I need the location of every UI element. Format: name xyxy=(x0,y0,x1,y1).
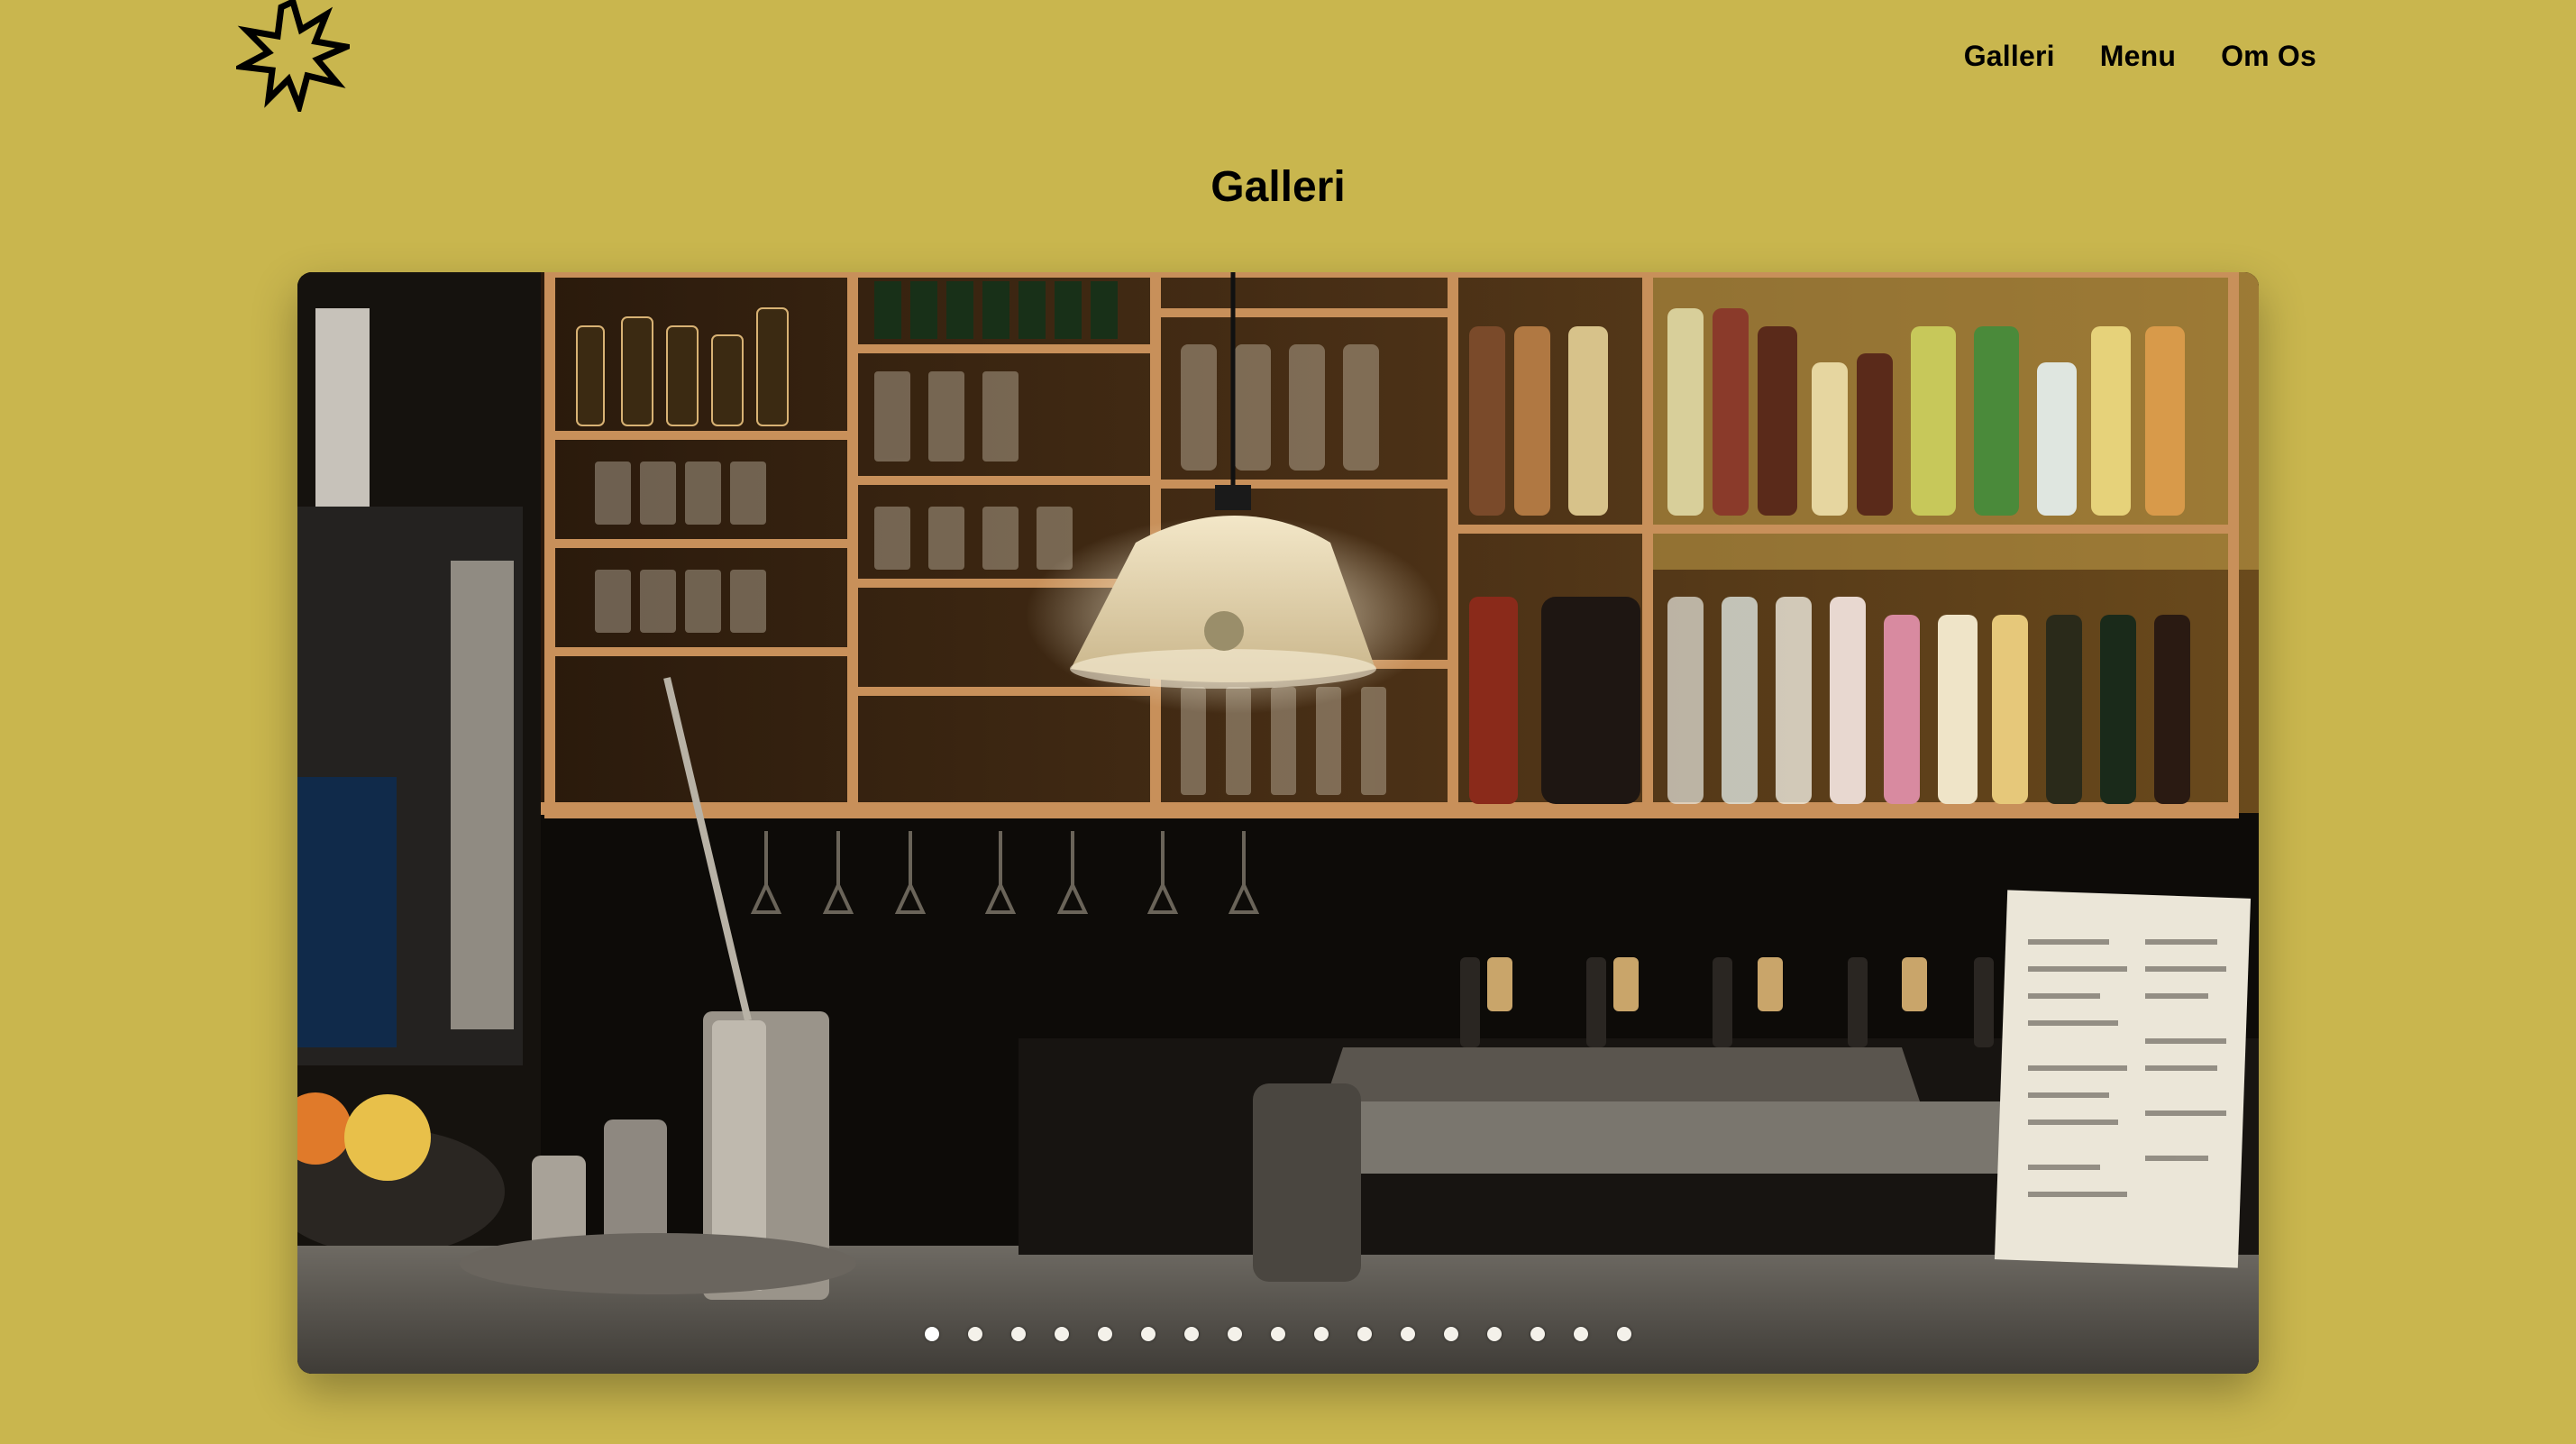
logo-star-icon[interactable] xyxy=(231,0,358,117)
carousel-dot[interactable] xyxy=(1444,1327,1458,1341)
carousel-dot[interactable] xyxy=(1141,1327,1156,1341)
carousel-dot[interactable] xyxy=(1055,1327,1069,1341)
carousel-dot[interactable] xyxy=(1530,1327,1545,1341)
main-nav: Galleri Menu Om Os xyxy=(1964,40,2316,73)
carousel-dot[interactable] xyxy=(968,1327,982,1341)
carousel-dots xyxy=(297,1327,2259,1341)
carousel-dot[interactable] xyxy=(1487,1327,1502,1341)
carousel-dot[interactable] xyxy=(1574,1327,1588,1341)
gallery-carousel[interactable] xyxy=(297,272,2259,1374)
nav-link-galleri[interactable]: Galleri xyxy=(1964,40,2055,73)
carousel-dot[interactable] xyxy=(1184,1327,1199,1341)
nav-link-om-os[interactable]: Om Os xyxy=(2221,40,2316,73)
page: Galleri Menu Om Os Galleri xyxy=(0,0,2576,1444)
gallery-slide-image xyxy=(297,272,2259,1374)
carousel-dot[interactable] xyxy=(1401,1327,1415,1341)
carousel-dot[interactable] xyxy=(1228,1327,1242,1341)
carousel-dot[interactable] xyxy=(1617,1327,1631,1341)
carousel-dot[interactable] xyxy=(1314,1327,1329,1341)
carousel-dot[interactable] xyxy=(1011,1327,1026,1341)
carousel-dot[interactable] xyxy=(1271,1327,1285,1341)
carousel-dot[interactable] xyxy=(1098,1327,1112,1341)
page-title: Galleri xyxy=(1210,163,1346,211)
nav-link-menu[interactable]: Menu xyxy=(2100,40,2176,73)
carousel-dot[interactable] xyxy=(1357,1327,1372,1341)
carousel-dot[interactable] xyxy=(925,1327,939,1341)
